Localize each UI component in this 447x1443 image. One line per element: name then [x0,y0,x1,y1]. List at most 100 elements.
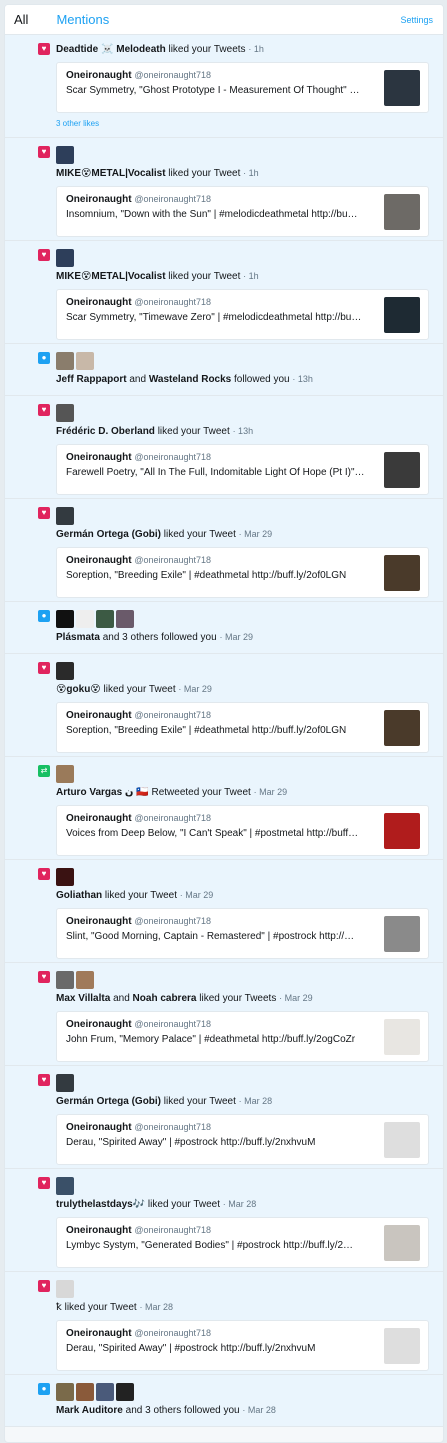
avatar[interactable] [76,1383,94,1401]
timestamp: · Mar 28 [238,1096,273,1106]
tweet-card[interactable]: Oneironaught @oneironaught718 Soreption, … [56,702,429,753]
notification-item[interactable]: ♥ Germán Ortega (Gobi) liked your Tweet ·… [5,1066,443,1169]
avatar[interactable] [56,1074,74,1092]
tweet-text: Insomnium, "Down with the Sun" | #melodi… [66,209,358,220]
notification-text: Germán Ortega (Gobi) liked your Tweet · … [56,1096,273,1107]
notification-item[interactable]: ● Plásmata and 3 others followed you · Ma… [5,602,443,654]
avatar[interactable] [56,249,74,267]
avatar[interactable] [96,1383,114,1401]
tweet-handle: @oneironaught718 [134,1019,212,1029]
avatar[interactable] [56,971,74,989]
notification-item[interactable]: ● Mark Auditore and 3 others followed you… [5,1375,443,1427]
actor-avatars [56,249,431,267]
notification-item[interactable]: ♥ Goliathan liked your Tweet · Mar 29 Onei… [5,860,443,963]
actor-avatars [56,662,431,680]
tweet-handle: @oneironaught718 [134,813,212,823]
avatar[interactable] [76,971,94,989]
tweet-author: Oneironaught @oneironaught718 [66,916,212,927]
tweet-author: Oneironaught @oneironaught718 [66,452,212,463]
tweet-handle: @oneironaught718 [134,555,212,565]
avatar[interactable] [76,352,94,370]
avatar[interactable] [56,662,74,680]
notification-item[interactable]: ♥ trulythelastdays🎶 liked your Tweet · Ma… [5,1169,443,1272]
tweet-thumbnail[interactable] [384,916,420,952]
actor-avatars [56,507,431,525]
actor-avatars [56,352,431,370]
avatar[interactable] [56,765,74,783]
tweet-card[interactable]: Oneironaught @oneironaught718 Derau, "Spi… [56,1114,429,1165]
tweet-card[interactable]: Oneironaught @oneironaught718 Slint, "Goo… [56,908,429,959]
avatar[interactable] [56,1280,74,1298]
tweet-thumbnail[interactable] [384,1019,420,1055]
heart-icon: ♥ [38,43,50,55]
notification-item[interactable]: ● Jeff Rappaport and Wasteland Rocks foll… [5,344,443,396]
avatar[interactable] [56,146,74,164]
tweet-thumbnail[interactable] [384,194,420,230]
notification-text: Jeff Rappaport and Wasteland Rocks follo… [56,374,313,385]
notifications-tabs: All Mentions Settings [5,5,443,35]
tweet-thumbnail[interactable] [384,1328,420,1364]
notification-item[interactable]: ♥ Germán Ortega (Gobi) liked your Tweet ·… [5,499,443,602]
tweet-thumbnail[interactable] [384,1122,420,1158]
tweet-thumbnail[interactable] [384,70,420,106]
heart-icon: ♥ [38,1177,50,1189]
tweet-card[interactable]: Oneironaught @oneironaught718 Derau, "Spi… [56,1320,429,1371]
tweet-handle: @oneironaught718 [134,916,212,926]
avatar[interactable] [96,610,114,628]
avatar[interactable] [56,1177,74,1195]
tweet-card[interactable]: Oneironaught @oneironaught718 Voices from… [56,805,429,856]
tweet-thumbnail[interactable] [384,710,420,746]
notification-item[interactable]: ♥ MIKE😵METAL|Vocalist liked your Tweet · … [5,241,443,344]
tweet-card[interactable]: Oneironaught @oneironaught718 Soreption, … [56,547,429,598]
notification-item[interactable]: ♥ ꝁ liked your Tweet · Mar 28 Oneironaught… [5,1272,443,1375]
tweet-thumbnail[interactable] [384,555,420,591]
tweet-handle: @oneironaught718 [134,297,212,307]
notification-text: ꝁ liked your Tweet · Mar 28 [56,1302,173,1313]
actor-avatars [56,1177,431,1195]
actor-avatars [56,610,431,628]
heart-icon: ♥ [38,249,50,261]
actor-avatars [56,868,431,886]
timestamp: · Mar 28 [222,1199,257,1209]
tweet-card[interactable]: Oneironaught @oneironaught718 Farewell Po… [56,444,429,495]
notification-text: Germán Ortega (Gobi) liked your Tweet · … [56,529,273,540]
avatar[interactable] [76,610,94,628]
notification-item[interactable]: ♥ MIKE😵METAL|Vocalist liked your Tweet · … [5,138,443,241]
tweet-card[interactable]: Oneironaught @oneironaught718 Insomnium, … [56,186,429,237]
notification-text: Deadtide ☠️ Melodeath liked your Tweets … [56,44,264,55]
tweet-author: Oneironaught @oneironaught718 [66,1019,212,1030]
notification-text: Frédéric D. Oberland liked your Tweet · … [56,426,254,437]
heart-icon: ♥ [38,1280,50,1292]
notification-text: trulythelastdays🎶 liked your Tweet · Mar… [56,1199,257,1210]
tweet-thumbnail[interactable] [384,452,420,488]
avatar[interactable] [56,507,74,525]
avatar[interactable] [56,610,74,628]
settings-link[interactable]: Settings [400,15,433,25]
tweet-text: Slint, "Good Morning, Captain - Remaster… [66,931,355,942]
tweet-text: Lymbyc Systym, "Generated Bodies" | #pos… [66,1240,354,1251]
avatar[interactable] [116,1383,134,1401]
tweet-card[interactable]: Oneironaught @oneironaught718 Lymbyc Syst… [56,1217,429,1268]
tweet-thumbnail[interactable] [384,1225,420,1261]
tweet-card[interactable]: Oneironaught @oneironaught718 Scar Symmet… [56,62,429,113]
notification-item[interactable]: ♥ 😵goku😵 liked your Tweet · Mar 29 Oneiron… [5,654,443,757]
notification-item[interactable]: ♥ Deadtide ☠️ Melodeath liked your Tweets… [5,35,443,138]
avatar[interactable] [116,610,134,628]
tweet-author: Oneironaught @oneironaught718 [66,710,212,721]
tweet-card[interactable]: Oneironaught @oneironaught718 John Frum, … [56,1011,429,1062]
notification-list: ♥ Deadtide ☠️ Melodeath liked your Tweets… [5,35,443,1427]
avatar[interactable] [56,352,74,370]
tab-mentions[interactable]: Mentions [56,12,109,27]
notification-item[interactable]: ♥ Frédéric D. Oberland liked your Tweet ·… [5,396,443,499]
notifications-panel: All Mentions Settings ♥ Deadtide ☠️ Melod… [4,4,444,1443]
notification-item[interactable]: ⇄ Arturo Vargas ن 🇨🇱 Retweeted your Tweet… [5,757,443,860]
notification-item[interactable]: ♥ Max Villalta and Noah cabrera liked you… [5,963,443,1066]
avatar[interactable] [56,1383,74,1401]
tweet-card[interactable]: Oneironaught @oneironaught718 Scar Symmet… [56,289,429,340]
avatar[interactable] [56,868,74,886]
other-likes-link[interactable]: 3 other likes [56,113,431,128]
tab-all[interactable]: All [14,12,28,27]
tweet-thumbnail[interactable] [384,297,420,333]
tweet-thumbnail[interactable] [384,813,420,849]
avatar[interactable] [56,404,74,422]
